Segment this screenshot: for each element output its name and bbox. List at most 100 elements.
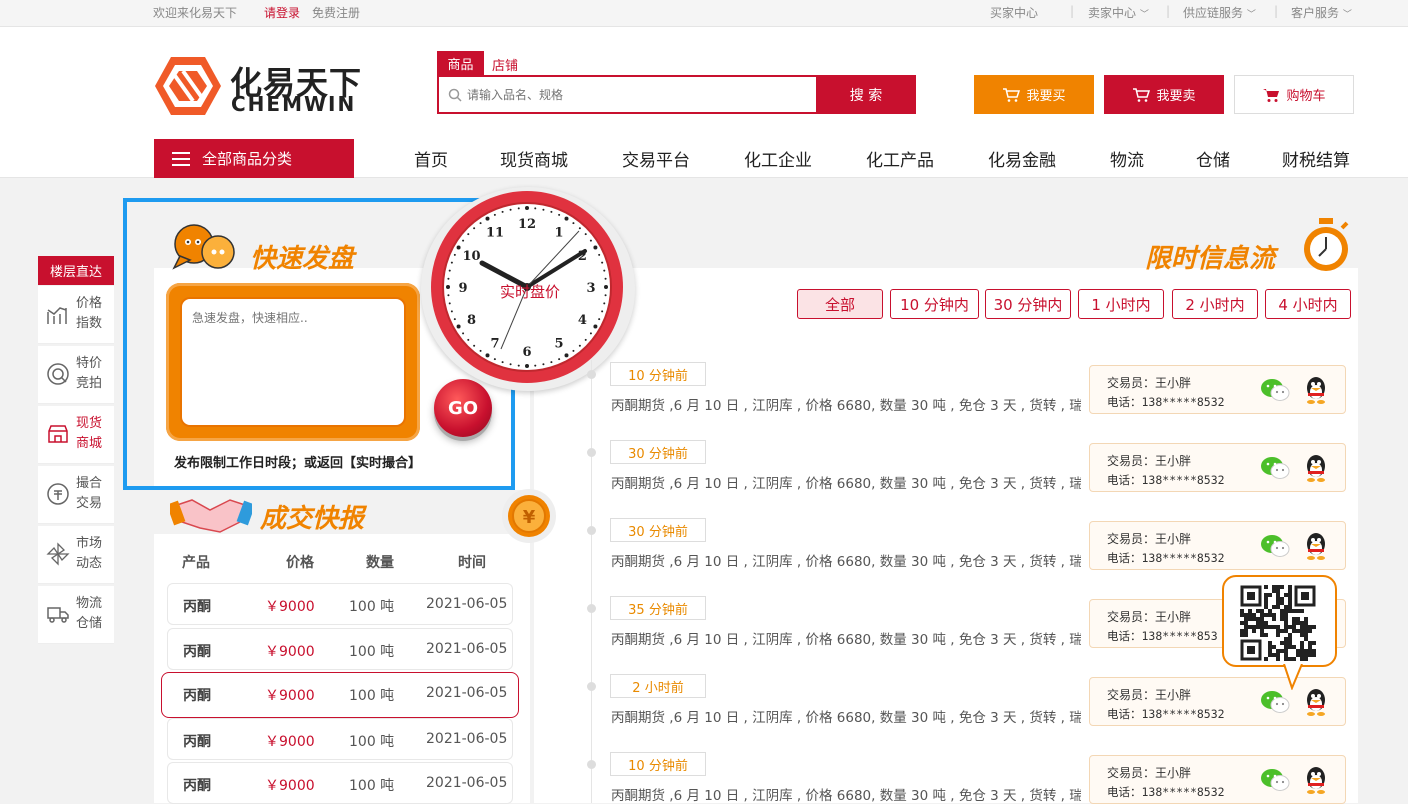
feed-text[interactable]: 丙酮期货 ,6 月 10 日 , 江阴库 , 价格 6680, 数量 30 吨 …: [611, 706, 1081, 726]
trader-name: 交易员：王小胖: [1107, 532, 1192, 546]
sidebar-title: 楼层直达: [38, 256, 114, 285]
qr-module: [1272, 625, 1276, 629]
qr-module: [1272, 645, 1276, 649]
customer-service-link[interactable]: 客户服务 ﹀: [1291, 4, 1352, 21]
login-link[interactable]: 请登录: [264, 4, 300, 21]
search-tab-shops[interactable]: 店铺: [492, 55, 518, 74]
qr-module: [1244, 621, 1248, 625]
filter-2hours[interactable]: 2 小时内: [1172, 289, 1258, 319]
feed-text[interactable]: 丙酮期货 ,6 月 10 日 , 江阴库 , 价格 6680, 数量 30 吨 …: [611, 628, 1081, 648]
qr-module: [1272, 613, 1276, 617]
qr-module: [1264, 597, 1268, 601]
clock-tick: [589, 239, 592, 242]
search-input[interactable]: [467, 83, 807, 107]
nav-chemical-products[interactable]: 化工产品: [866, 146, 934, 171]
qr-module: [1296, 649, 1300, 653]
qq-penguin-icon[interactable]: [1304, 453, 1328, 483]
nav-home[interactable]: 首页: [414, 146, 448, 171]
buyer-center-link[interactable]: 买家中心: [990, 4, 1038, 21]
qr-module: [1240, 613, 1244, 617]
qr-module: [1264, 633, 1268, 637]
filter-4hours[interactable]: 4 小时内: [1265, 289, 1351, 319]
trader-name: 交易员：王小胖: [1107, 688, 1192, 702]
feed-text[interactable]: 丙酮期货 ,6 月 10 日 , 江阴库 , 价格 6680, 数量 30 吨 …: [611, 550, 1081, 570]
qr-module: [1300, 625, 1304, 629]
qr-module: [1256, 625, 1260, 629]
qr-module: [1272, 617, 1276, 621]
sidebar-item-spot-mall[interactable]: 现货商城: [38, 406, 114, 464]
sidebar-item-price-index[interactable]: 价格指数: [38, 286, 114, 344]
qq-penguin-icon[interactable]: [1304, 375, 1328, 405]
wechat-icon[interactable]: [1260, 455, 1290, 481]
sidebar-item-logistics[interactable]: 物流仓储: [38, 586, 114, 644]
qr-module: [1312, 649, 1316, 653]
qr-module: [1288, 597, 1292, 601]
buy-button[interactable]: 我要买: [974, 75, 1094, 114]
clock-number: 10: [463, 249, 481, 264]
supply-chain-link[interactable]: 供应链服务 ﹀: [1183, 4, 1256, 21]
clock-tick: [534, 207, 537, 210]
search-button[interactable]: 搜 索: [816, 75, 916, 114]
clock-label: 实时盘价: [500, 283, 561, 301]
feed-text[interactable]: 丙酮期货 ,6 月 10 日 , 江阴库 , 价格 6680, 数量 30 吨 …: [611, 472, 1081, 492]
nav-spot-mall[interactable]: 现货商城: [500, 146, 568, 171]
qr-module: [1308, 653, 1312, 657]
qr-module: [1288, 585, 1292, 589]
sidebar-item-auction[interactable]: 特价竞拍: [38, 346, 114, 404]
all-categories-button[interactable]: 全部商品分类: [154, 139, 354, 178]
qr-module: [1268, 653, 1272, 657]
shopping-cart-icon: [1263, 88, 1280, 102]
filter-1hour[interactable]: 1 小时内: [1078, 289, 1164, 319]
yuan-coin-icon: ¥: [508, 495, 550, 537]
sell-button[interactable]: 我要卖: [1104, 75, 1224, 114]
filter-10min[interactable]: 10 分钟内: [890, 289, 979, 319]
wechat-icon[interactable]: [1260, 767, 1290, 793]
search-tab-products[interactable]: 商品: [437, 51, 484, 75]
feed-text[interactable]: 丙酮期货 ,6 月 10 日 , 江阴库 , 价格 6680, 数量 30 吨 …: [611, 784, 1081, 804]
nav-finance[interactable]: 化易金融: [988, 146, 1056, 171]
clock-tick: [473, 344, 476, 347]
qr-module: [1280, 649, 1284, 653]
deal-row[interactable]: 丙酮 ￥9000 100 吨 2021-06-05: [167, 718, 513, 760]
deal-price: ￥9000: [265, 599, 315, 615]
deal-row[interactable]: 丙酮 ￥9000 100 吨 2021-06-05: [167, 583, 513, 625]
wechat-icon[interactable]: [1260, 689, 1290, 715]
welcome-text: 欢迎来化易天下: [153, 6, 238, 20]
clock-tick: [462, 239, 465, 242]
feed-time-badge: 10 分钟前: [610, 362, 706, 386]
deal-row[interactable]: 丙酮 ￥9000 100 吨 2021-06-05: [161, 672, 519, 718]
deal-quantity: 100 吨: [349, 644, 395, 660]
qq-penguin-icon[interactable]: [1304, 687, 1328, 717]
feed-text[interactable]: 丙酮期货 ,6 月 10 日 , 江阴库 , 价格 6680, 数量 30 吨 …: [611, 394, 1081, 414]
qq-penguin-icon[interactable]: [1304, 765, 1328, 795]
sidebar-item-market-news[interactable]: 市场动态: [38, 526, 114, 584]
nav-logistics[interactable]: 物流: [1110, 146, 1144, 171]
trader-card: 交易员：王小胖 电话：138*****8532: [1089, 755, 1346, 804]
qr-module: [1268, 609, 1272, 613]
menu-icon: [172, 151, 190, 166]
truck-icon: [47, 607, 69, 623]
seller-center-link[interactable]: 卖家中心 ﹀: [1088, 4, 1149, 21]
qr-module: [1292, 625, 1296, 629]
wechat-icon[interactable]: [1260, 377, 1290, 403]
qr-module: [1308, 625, 1312, 629]
qr-module: [1240, 629, 1244, 633]
deal-row[interactable]: 丙酮 ￥9000 100 吨 2021-06-05: [167, 762, 513, 804]
filter-all[interactable]: 全部: [797, 289, 883, 319]
qr-module: [1284, 625, 1288, 629]
wechat-icon[interactable]: [1260, 533, 1290, 559]
cart-button[interactable]: 购物车: [1234, 75, 1354, 114]
qr-module: [1268, 649, 1272, 653]
filter-30min[interactable]: 30 分钟内: [985, 289, 1071, 319]
trader-card: 交易员：王小胖 电话：138*****8532: [1089, 677, 1346, 726]
nav-chemical-companies[interactable]: 化工企业: [744, 146, 812, 171]
register-link[interactable]: 免费注册: [312, 4, 360, 21]
deal-row[interactable]: 丙酮 ￥9000 100 吨 2021-06-05: [167, 628, 513, 670]
sidebar-item-matching[interactable]: 撮合交易: [38, 466, 114, 524]
nav-warehousing[interactable]: 仓储: [1196, 146, 1230, 171]
qr-module: [1292, 621, 1296, 625]
qq-penguin-icon[interactable]: [1304, 531, 1328, 561]
nav-tax-settlement[interactable]: 财税结算: [1282, 146, 1350, 171]
chemwin-logo-icon[interactable]: [153, 55, 223, 117]
nav-trading-platform[interactable]: 交易平台: [622, 146, 690, 171]
